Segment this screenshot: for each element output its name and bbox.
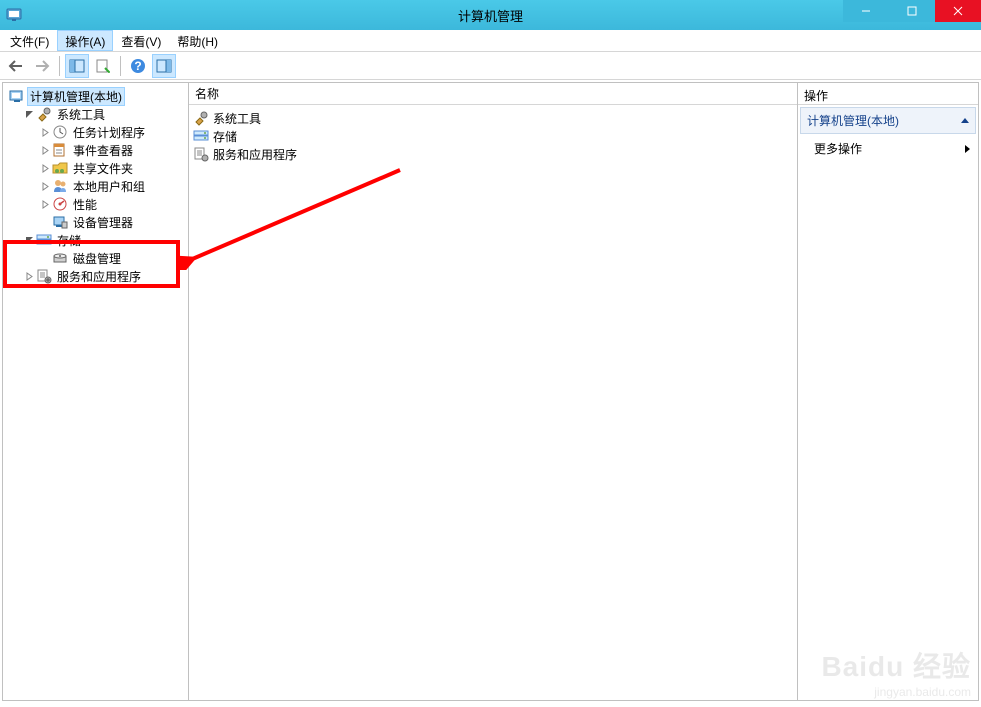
- tree-event-viewer[interactable]: 事件查看器: [5, 141, 186, 159]
- toolbar-separator: [59, 56, 60, 76]
- maximize-button[interactable]: [889, 0, 935, 22]
- collapse-icon: [961, 118, 969, 123]
- content-pane: 名称 系统工具 存储 服务和应用程序: [189, 83, 798, 700]
- tree-system-tools[interactable]: 系统工具: [5, 105, 186, 123]
- window-title: 计算机管理: [458, 6, 523, 25]
- actions-group-label: 计算机管理(本地): [807, 112, 899, 129]
- toolbar: ?: [0, 52, 981, 80]
- actions-pane: 操作 计算机管理(本地) 更多操作: [798, 83, 978, 700]
- menu-file[interactable]: 文件(F): [2, 30, 57, 51]
- back-button[interactable]: [4, 54, 28, 78]
- window-controls: [843, 0, 981, 22]
- collapse-icon[interactable]: [23, 234, 35, 246]
- clock-icon: [52, 124, 68, 140]
- tools-icon: [36, 106, 52, 122]
- menu-view[interactable]: 查看(V): [113, 30, 169, 51]
- tree-device-manager[interactable]: 设备管理器: [5, 213, 186, 231]
- tree-label: 事件查看器: [70, 141, 136, 160]
- close-button[interactable]: [935, 0, 981, 22]
- expand-icon[interactable]: [39, 126, 51, 138]
- show-tree-button[interactable]: [65, 54, 89, 78]
- help-button[interactable]: ?: [126, 54, 150, 78]
- nav-tree: 计算机管理(本地) 系统工具 任务计划程序 事件查看器 共享文件夹: [5, 87, 186, 285]
- expand-icon[interactable]: [39, 198, 51, 210]
- minimize-button[interactable]: [843, 0, 889, 22]
- list-item[interactable]: 服务和应用程序: [191, 145, 795, 163]
- tree-label: 本地用户和组: [70, 177, 148, 196]
- tools-icon: [193, 110, 209, 126]
- properties-button[interactable]: [91, 54, 115, 78]
- list-item-label: 服务和应用程序: [213, 146, 297, 163]
- users-icon: [52, 178, 68, 194]
- tree-task-scheduler[interactable]: 任务计划程序: [5, 123, 186, 141]
- tree-pane: 计算机管理(本地) 系统工具 任务计划程序 事件查看器 共享文件夹: [3, 83, 189, 700]
- tree-label: 设备管理器: [70, 213, 136, 232]
- tree-label: 共享文件夹: [70, 159, 136, 178]
- tree-label: 性能: [70, 195, 100, 214]
- services-icon: [193, 146, 209, 162]
- storage-icon: [36, 232, 52, 248]
- list-item-label: 系统工具: [213, 110, 261, 127]
- tree-performance[interactable]: 性能: [5, 195, 186, 213]
- app-icon: [6, 7, 22, 23]
- tree-services-apps[interactable]: 服务和应用程序: [5, 267, 186, 285]
- tree-root[interactable]: 计算机管理(本地): [5, 87, 186, 105]
- list-item[interactable]: 系统工具: [191, 109, 795, 127]
- forward-button[interactable]: [30, 54, 54, 78]
- tree-disk-management[interactable]: 磁盘管理: [5, 249, 186, 267]
- svg-text:?: ?: [134, 59, 141, 73]
- tree-shared-folders[interactable]: 共享文件夹: [5, 159, 186, 177]
- tree-label: 存储: [54, 231, 84, 250]
- tree-storage[interactable]: 存储: [5, 231, 186, 249]
- event-viewer-icon: [52, 142, 68, 158]
- menu-bar: 文件(F) 操作(A) 查看(V) 帮助(H): [0, 30, 981, 52]
- menu-help[interactable]: 帮助(H): [169, 30, 226, 51]
- storage-icon: [193, 128, 209, 144]
- tree-label: 磁盘管理: [70, 249, 124, 268]
- column-header-name[interactable]: 名称: [189, 83, 797, 105]
- expand-icon[interactable]: [39, 144, 51, 156]
- more-actions-label: 更多操作: [814, 140, 862, 157]
- toolbar-separator: [120, 56, 121, 76]
- expand-icon[interactable]: [23, 270, 35, 282]
- computer-management-icon: [9, 88, 25, 104]
- device-manager-icon: [52, 214, 68, 230]
- title-bar: 计算机管理: [0, 0, 981, 30]
- more-actions[interactable]: 更多操作: [798, 136, 978, 161]
- list-item[interactable]: 存储: [191, 127, 795, 145]
- content-list: 系统工具 存储 服务和应用程序: [189, 105, 797, 167]
- collapse-icon[interactable]: [23, 108, 35, 120]
- list-item-label: 存储: [213, 128, 237, 145]
- expand-icon[interactable]: [39, 162, 51, 174]
- performance-icon: [52, 196, 68, 212]
- menu-action[interactable]: 操作(A): [57, 30, 113, 51]
- tree-local-users[interactable]: 本地用户和组: [5, 177, 186, 195]
- services-icon: [36, 268, 52, 284]
- show-actions-button[interactable]: [152, 54, 176, 78]
- main-area: 计算机管理(本地) 系统工具 任务计划程序 事件查看器 共享文件夹: [2, 82, 979, 701]
- tree-label: 服务和应用程序: [54, 267, 144, 286]
- actions-group[interactable]: 计算机管理(本地): [800, 107, 976, 134]
- tree-label: 计算机管理(本地): [27, 87, 125, 106]
- tree-label: 任务计划程序: [70, 123, 148, 142]
- disk-management-icon: [52, 250, 68, 266]
- tree-label: 系统工具: [54, 105, 108, 124]
- chevron-right-icon: [965, 145, 970, 153]
- expand-icon[interactable]: [39, 180, 51, 192]
- actions-header: 操作: [798, 83, 978, 105]
- shared-folders-icon: [52, 160, 68, 176]
